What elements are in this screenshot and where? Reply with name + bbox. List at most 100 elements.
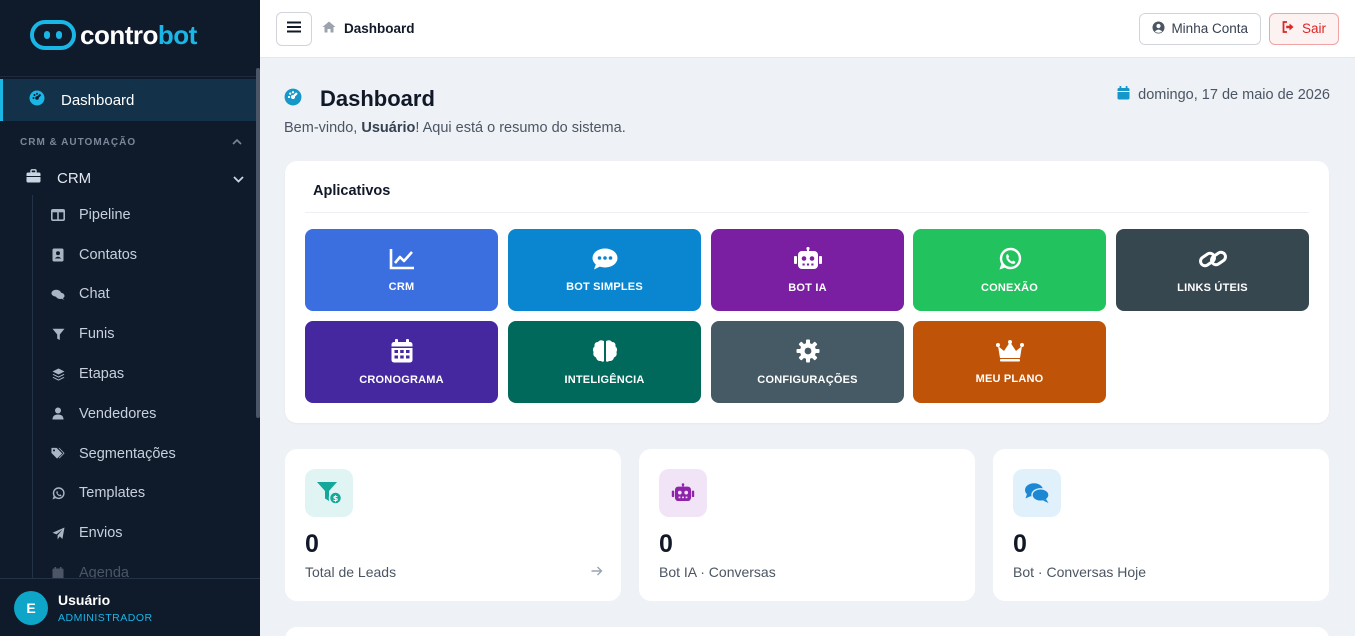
sidebar: controbot Dashboard CRM & AUTOMAÇÃO CRM … <box>0 0 260 636</box>
app-tile-inteligencia[interactable]: INTELIGÊNCIA <box>508 321 701 403</box>
app-tile-links-uteis[interactable]: LINKS ÚTEIS <box>1116 229 1309 311</box>
layers-icon <box>51 367 65 381</box>
sidebar-item-templates[interactable]: Templates <box>33 474 260 514</box>
sidebar-item-dashboard[interactable]: Dashboard <box>0 79 260 121</box>
app-tile-label: BOT SIMPLES <box>566 280 643 293</box>
sidebar-group-crm[interactable]: CRM <box>0 161 260 195</box>
sidebar-item-label: Chat <box>79 286 110 303</box>
app-tile-label: CRONOGRAMA <box>359 373 444 386</box>
sidebar-section-crm-automacao[interactable]: CRM & AUTOMAÇÃO <box>0 123 260 161</box>
menu-toggle-button[interactable] <box>276 11 312 46</box>
send-icon <box>51 526 65 540</box>
tags-icon <box>51 447 65 461</box>
sidebar-item-envios[interactable]: Envios <box>33 513 260 553</box>
app-tile-label: LINKS ÚTEIS <box>1177 281 1248 294</box>
brand-name-part1: contro <box>80 19 158 50</box>
robot-icon <box>659 469 707 517</box>
app-tile-label: CRM <box>388 280 415 293</box>
sidebar-item-contatos[interactable]: Contatos <box>33 235 260 275</box>
app-tile-label: CONFIGURAÇÕES <box>757 373 858 386</box>
app-tile-crm[interactable]: CRM <box>305 229 498 311</box>
app-tile-meu-plano[interactable]: MEU PLANO <box>913 321 1106 403</box>
whatsapp-icon <box>51 486 65 500</box>
app-tile-bot-simples[interactable]: BOT SIMPLES <box>508 229 701 311</box>
sidebar-item-segmentacoes[interactable]: Segmentações <box>33 434 260 474</box>
stat-label: Bot IA · Conversas <box>659 564 776 580</box>
next-panel <box>285 627 1329 636</box>
section-title-label: CRM & AUTOMAÇÃO <box>20 136 137 148</box>
crm-submenu: Pipeline Contatos Chat Funis Etapas Vend… <box>32 195 260 593</box>
sidebar-item-etapas[interactable]: Etapas <box>33 354 260 394</box>
sidebar-item-funis[interactable]: Funis <box>33 314 260 354</box>
sidebar-item-pipeline[interactable]: Pipeline <box>33 195 260 235</box>
chevron-down-icon <box>233 170 244 187</box>
apps-divider <box>305 212 1309 213</box>
welcome-user: Usuário <box>361 120 416 136</box>
brand-name-part2: bot <box>157 19 197 50</box>
sidebar-item-label: Pipeline <box>79 206 131 223</box>
sidebar-item-label: Funis <box>79 326 115 343</box>
brain-icon <box>592 339 618 374</box>
welcome-message: Bem-vindo, Usuário! Aqui está o resumo d… <box>284 120 626 136</box>
funnel-dollar-icon: $ <box>305 469 353 517</box>
crown-icon <box>995 339 1024 373</box>
my-account-label: Minha Conta <box>1171 21 1248 36</box>
svg-text:$: $ <box>333 494 339 503</box>
sidebar-item-label: Dashboard <box>61 91 135 109</box>
stat-value: 0 <box>305 530 319 558</box>
app-tile-label: CONEXÃO <box>980 281 1039 294</box>
stat-label: Total de Leads <box>305 564 397 580</box>
brand-logo[interactable]: controbot <box>0 0 260 70</box>
current-date: domingo, 17 de maio de 2026 <box>1117 86 1330 104</box>
sidebar-item-vendedores[interactable]: Vendedores <box>33 394 260 434</box>
current-date-text: domingo, 17 de maio de 2026 <box>1138 87 1330 103</box>
user-name: Usuário <box>58 591 111 608</box>
sidebar-group-label: CRM <box>57 169 92 187</box>
chat-icon <box>51 287 65 301</box>
robot-logo-icon <box>30 20 76 50</box>
gauge-icon <box>29 90 45 110</box>
apps-panel: Aplicativos CRM BOT SIMPLES BOT IA CONEX… <box>285 161 1329 423</box>
user-icon <box>51 407 65 421</box>
breadcrumb-current[interactable]: Dashboard <box>344 21 415 36</box>
sidebar-item-label: Segmentações <box>79 445 176 462</box>
arrow-right-icon[interactable] <box>591 563 603 581</box>
chevron-up-icon <box>232 137 242 148</box>
filter-icon <box>51 327 65 341</box>
columns-icon <box>51 208 65 222</box>
stat-card-total-leads[interactable]: $ 0 Total de Leads <box>285 449 621 601</box>
page-title: Dashboard <box>320 86 435 111</box>
stat-label: Bot · Conversas Hoje <box>1013 564 1147 580</box>
sidebar-user-profile[interactable]: E Usuário ADMINISTRADOR <box>0 578 260 636</box>
hamburger-icon <box>287 20 301 38</box>
calendar-icon <box>391 338 413 374</box>
app-tile-label: MEU PLANO <box>975 372 1044 385</box>
stat-card-bot-conversas-hoje[interactable]: 0 Bot · Conversas Hoje <box>993 449 1329 601</box>
user-role: ADMINISTRADOR <box>58 611 153 624</box>
app-tile-configuracoes[interactable]: CONFIGURAÇÕES <box>711 321 904 403</box>
logout-label: Sair <box>1301 21 1326 36</box>
app-tile-label: INTELIGÊNCIA <box>564 373 645 386</box>
link-icon <box>1198 247 1228 282</box>
whatsapp-icon <box>998 247 1022 282</box>
gauge-icon <box>284 88 302 111</box>
sidebar-item-label: Envios <box>79 525 123 542</box>
sidebar-item-chat[interactable]: Chat <box>33 275 260 315</box>
app-tile-cronograma[interactable]: CRONOGRAMA <box>305 321 498 403</box>
main-content: Dashboard Bem-vindo, Usuário! Aqui está … <box>260 58 1355 636</box>
app-tile-conexao[interactable]: CONEXÃO <box>913 229 1106 311</box>
home-icon <box>322 21 336 36</box>
gear-icon <box>796 339 820 374</box>
my-account-button[interactable]: Minha Conta <box>1139 12 1261 45</box>
address-book-icon <box>51 248 65 262</box>
sidebar-item-label: Vendedores <box>79 405 157 422</box>
briefcase-icon <box>26 169 41 187</box>
stat-value: 0 <box>659 530 673 558</box>
logout-button[interactable]: Sair <box>1268 12 1339 45</box>
stat-value: 0 <box>1013 530 1027 558</box>
sidebar-item-label: Etapas <box>79 366 125 383</box>
comments-icon <box>1013 469 1061 517</box>
stat-card-bot-ia-conversas[interactable]: 0 Bot IA · Conversas <box>639 449 975 601</box>
sidebar-item-label: Contatos <box>79 246 138 263</box>
app-tile-bot-ia[interactable]: BOT IA <box>711 229 904 311</box>
